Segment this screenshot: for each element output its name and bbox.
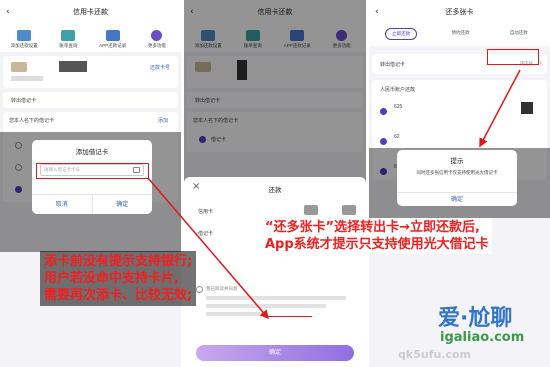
arrow-to-dialog <box>479 69 521 148</box>
screenshot-collage: ‹ 信用卡还款 添加还款设置 账单查询 APP还款记录 更多功能 还款卡号 转出… <box>0 0 550 367</box>
watermark-brand: 爱·尬聊 <box>438 306 513 331</box>
right-annotation: “还多张卡”选择转出卡→立即还款后, App系统才提示只支持使用光大借记卡 <box>262 218 492 254</box>
watermark-url: igaliao.com <box>440 330 525 345</box>
watermark-url-secondary: qk5ufu.com <box>398 348 472 361</box>
left-annotation: 添卡前没有提示支持银行; 用户若没命中支持卡片, 需要再次添卡、比较无效; <box>40 251 197 306</box>
